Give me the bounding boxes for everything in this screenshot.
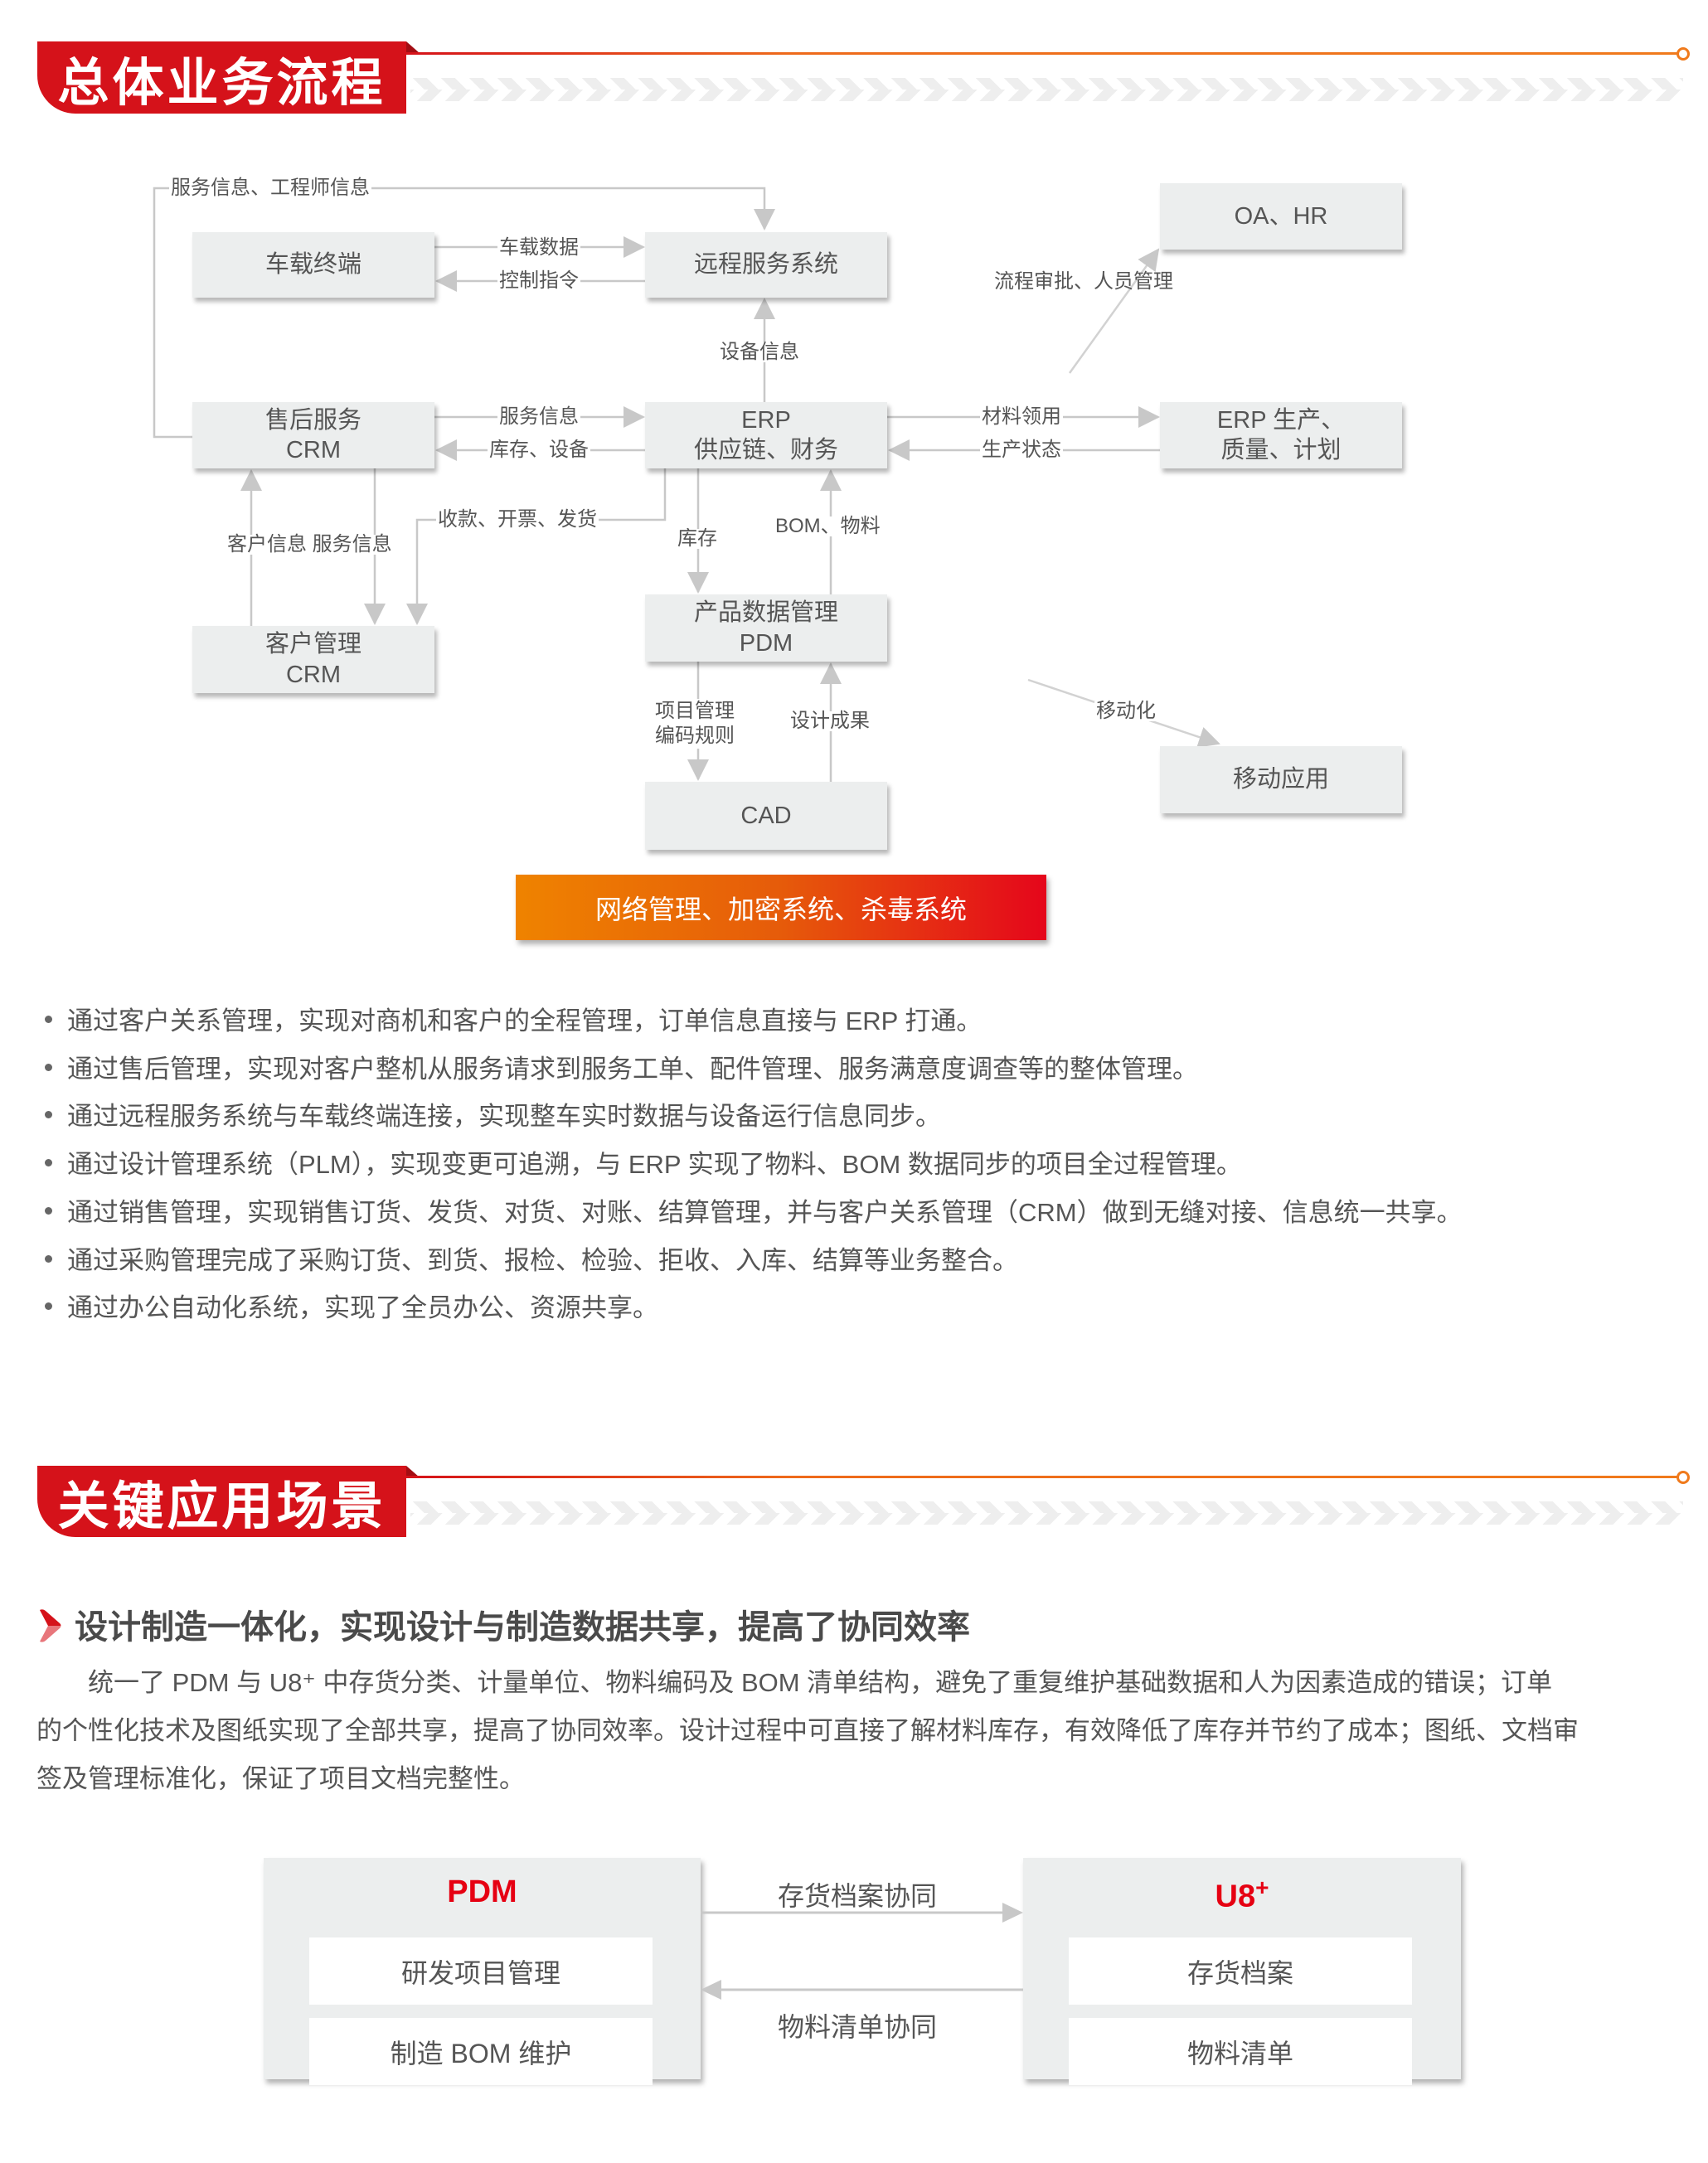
- label-production-status: 生产状态: [980, 439, 1063, 461]
- pdm-system-box: PDM 研发项目管理 制造 BOM 维护: [264, 1858, 701, 2085]
- label-device-info: 设备信息: [718, 341, 801, 363]
- arrowhead-left-icon: [701, 1980, 721, 2000]
- bullet-dot-icon: [45, 1207, 52, 1215]
- bullet-dot-icon: [45, 1016, 52, 1024]
- box-oa-hr: OA、HR: [1160, 183, 1402, 250]
- connector-payment-invoice: [406, 468, 667, 625]
- box-label: 质量、计划: [1220, 437, 1342, 463]
- bullet-dot-icon: [45, 1064, 52, 1072]
- section-title-badge: 关键应用场景: [37, 1466, 406, 1537]
- u8-title: U8+: [1023, 1874, 1461, 1915]
- label-approval-personnel: 流程审批、人员管理: [994, 270, 1173, 293]
- list-item-text: 通过采购管理完成了采购订货、到货、报检、检验、拒收、入库、结算等业务整合。: [67, 1246, 1018, 1275]
- label-design-result: 设计成果: [788, 710, 871, 732]
- box-erp: ERP 供应链、财务: [645, 402, 887, 468]
- list-item-text: 通过客户关系管理，实现对商机和客户的全程管理，订单信息直接与 ERP 打通。: [67, 1006, 983, 1035]
- box-label: 供应链、财务: [693, 437, 838, 463]
- sync-arrows: [701, 1903, 1023, 2000]
- chevron-stripe-decoration: [410, 1501, 1683, 1525]
- label-service-engineer-info: 服务信息、工程师信息: [169, 177, 371, 199]
- box-label: ERP: [741, 406, 791, 434]
- u8-system-box: U8+ 存货档案 物料清单: [1023, 1858, 1461, 2085]
- box-customer-crm: 客户管理 CRM: [192, 626, 434, 693]
- bullet-dot-icon: [45, 1111, 52, 1119]
- bullet-dot-icon: [45, 1255, 52, 1263]
- box-label: 客户管理: [264, 631, 361, 658]
- u8-title-sup: +: [1255, 1874, 1269, 1900]
- box-aftersales-crm: 售后服务 CRM: [192, 402, 434, 468]
- label-inventory: 库存: [676, 527, 719, 550]
- label-project-mgmt: 项目管理 编码规则: [653, 699, 736, 749]
- box-label: PDM: [739, 629, 793, 657]
- box-label: CRM: [285, 661, 342, 688]
- box-cad: CAD: [645, 782, 887, 850]
- list-item-text: 通过售后管理，实现对客户整机从服务请求到服务工单、配件管理、服务满意度调查等的整…: [67, 1055, 1198, 1084]
- list-item-text: 通过远程服务系统与车载终端连接，实现整车实时数据与设备运行信息同步。: [67, 1102, 941, 1131]
- scenario-paragraph: 统一了 PDM 与 U8⁺ 中存货分类、计量单位、物料编码及 BOM 清单结构，…: [36, 1659, 1686, 1803]
- list-item: 通过采购管理完成了采购订货、到货、报检、检验、拒收、入库、结算等业务整合。: [45, 1248, 1018, 1273]
- label-bom-sync: 物料清单协同: [778, 2012, 938, 2042]
- list-item: 通过销售管理，实现销售订货、发货、对货、对账、结算管理，并与客户关系管理（CRM…: [45, 1200, 1463, 1225]
- bullet-dot-icon: [45, 1159, 52, 1167]
- connector-approval: [1068, 248, 1160, 374]
- header-rule: [406, 1476, 1679, 1478]
- box-mobile-app: 移动应用: [1160, 746, 1402, 813]
- label-payment-invoice-delivery: 收款、开票、发货: [436, 508, 599, 531]
- label-line: 编码规则: [655, 725, 735, 747]
- u8-item-bom: 物料清单: [1069, 2018, 1412, 2085]
- box-label: 售后服务: [264, 406, 361, 434]
- security-systems-bar: 网络管理、加密系统、杀毒系统: [516, 875, 1046, 940]
- pdm-title: PDM: [447, 1874, 517, 1909]
- box-label: OA、HR: [1234, 202, 1328, 230]
- label-customer-service-info: 客户信息 服务信息: [226, 533, 394, 555]
- section-title: 关键应用场景: [57, 1476, 386, 1536]
- list-item-text: 通过设计管理系统（PLM），实现变更可追溯，与 ERP 实现了物料、BOM 数据…: [67, 1150, 1242, 1179]
- label-mobilization: 移动化: [1094, 700, 1157, 722]
- box-label: 车载终端: [264, 251, 361, 279]
- box-erp-production: ERP 生产、 质量、计划: [1160, 402, 1402, 468]
- list-item-text: 通过销售管理，实现销售订货、发货、对货、对账、结算管理，并与客户关系管理（CRM…: [67, 1198, 1463, 1227]
- box-label: CRM: [285, 437, 342, 463]
- u8-item-inventory-archive: 存货档案: [1069, 1937, 1412, 2005]
- label-vehicle-data: 车载数据: [497, 236, 580, 259]
- list-item-text: 通过办公自动化系统，实现了全员办公、资源共享。: [67, 1293, 658, 1322]
- list-item: 通过售后管理，实现对客户整机从服务请求到服务工单、配件管理、服务满意度调查等的整…: [45, 1056, 1198, 1082]
- paragraph-line: 签及管理标准化，保证了项目文档完整性。: [36, 1764, 525, 1793]
- list-item: 通过办公自动化系统，实现了全员办公、资源共享。: [45, 1295, 658, 1321]
- label-inventory-sync: 存货档案协同: [778, 1881, 938, 1911]
- box-label: 远程服务系统: [693, 251, 838, 279]
- box-vehicle-terminal: 车载终端: [192, 232, 434, 298]
- bullet-dot-icon: [45, 1302, 52, 1311]
- box-label: ERP 生产、: [1216, 406, 1346, 434]
- label-line: 项目管理: [655, 700, 735, 722]
- label-bom-material: BOM、物料: [774, 515, 882, 537]
- box-remote-service: 远程服务系统: [645, 232, 887, 298]
- chevron-marker-icon: [40, 1609, 61, 1642]
- label-control-command: 控制指令: [497, 269, 580, 292]
- pdm-item-bom-maintenance: 制造 BOM 维护: [309, 2018, 653, 2085]
- label-service-info: 服务信息: [497, 405, 580, 428]
- security-systems-label: 网络管理、加密系统、杀毒系统: [594, 894, 967, 924]
- paragraph-line: 统一了 PDM 与 U8⁺ 中存货分类、计量单位、物料编码及 BOM 清单结构，…: [36, 1668, 1553, 1697]
- label-material-requisition: 材料领用: [980, 405, 1063, 428]
- pdm-item-rd-project: 研发项目管理: [309, 1937, 653, 2005]
- header-rule-end-circle: [1676, 1471, 1690, 1484]
- list-item: 通过设计管理系统（PLM），实现变更可追溯，与 ERP 实现了物料、BOM 数据…: [45, 1152, 1242, 1177]
- arrowhead-right-icon: [1002, 1903, 1023, 1923]
- box-label: 产品数据管理: [693, 599, 838, 627]
- list-item: 通过远程服务系统与车载终端连接，实现整车实时数据与设备运行信息同步。: [45, 1103, 941, 1129]
- box-label: CAD: [740, 802, 792, 829]
- list-item: 通过客户关系管理，实现对商机和客户的全程管理，订单信息直接与 ERP 打通。: [45, 1008, 982, 1034]
- box-pdm: 产品数据管理 PDM: [645, 594, 887, 662]
- label-inventory-device: 库存、设备: [488, 439, 590, 461]
- connector-service-engineer-info: [153, 187, 775, 439]
- scenario-heading: 设计制造一体化，实现设计与制造数据共享，提高了协同效率: [75, 1608, 970, 1646]
- u8-title-text: U8: [1215, 1879, 1256, 1914]
- box-label: 移动应用: [1232, 766, 1329, 793]
- paragraph-line: 的个性化技术及图纸实现了全部共享，提高了协同效率。设计过程中可直接了解材料库存，…: [36, 1716, 1579, 1745]
